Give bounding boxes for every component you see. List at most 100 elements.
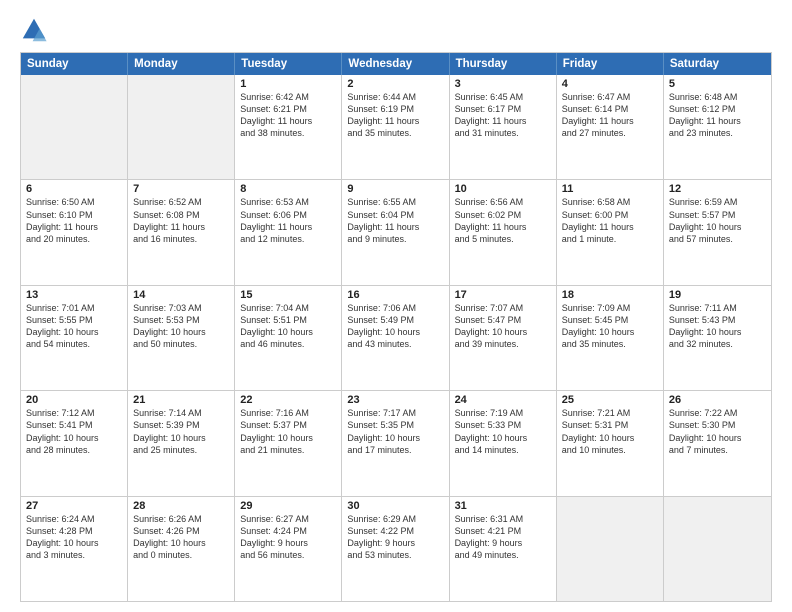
cell-content: Sunrise: 7:01 AM Sunset: 5:55 PM Dayligh… (26, 302, 122, 351)
header-day-monday: Monday (128, 53, 235, 75)
cal-cell: 20Sunrise: 7:12 AM Sunset: 5:41 PM Dayli… (21, 391, 128, 495)
cal-cell: 24Sunrise: 7:19 AM Sunset: 5:33 PM Dayli… (450, 391, 557, 495)
day-number: 5 (669, 78, 766, 90)
cal-cell: 8Sunrise: 6:53 AM Sunset: 6:06 PM Daylig… (235, 180, 342, 284)
cal-cell: 30Sunrise: 6:29 AM Sunset: 4:22 PM Dayli… (342, 497, 449, 601)
cell-content: Sunrise: 7:04 AM Sunset: 5:51 PM Dayligh… (240, 302, 336, 351)
cell-content: Sunrise: 7:12 AM Sunset: 5:41 PM Dayligh… (26, 407, 122, 456)
cal-cell: 5Sunrise: 6:48 AM Sunset: 6:12 PM Daylig… (664, 75, 771, 179)
cal-cell: 28Sunrise: 6:26 AM Sunset: 4:26 PM Dayli… (128, 497, 235, 601)
cell-content: Sunrise: 6:42 AM Sunset: 6:21 PM Dayligh… (240, 91, 336, 140)
day-number: 3 (455, 78, 551, 90)
cell-content: Sunrise: 7:22 AM Sunset: 5:30 PM Dayligh… (669, 407, 766, 456)
cal-cell: 26Sunrise: 7:22 AM Sunset: 5:30 PM Dayli… (664, 391, 771, 495)
day-number: 4 (562, 78, 658, 90)
header-day-friday: Friday (557, 53, 664, 75)
day-number: 27 (26, 500, 122, 512)
cell-content: Sunrise: 6:27 AM Sunset: 4:24 PM Dayligh… (240, 513, 336, 562)
cell-content: Sunrise: 6:44 AM Sunset: 6:19 PM Dayligh… (347, 91, 443, 140)
day-number: 14 (133, 289, 229, 301)
day-number: 17 (455, 289, 551, 301)
cal-cell (128, 75, 235, 179)
day-number: 11 (562, 183, 658, 195)
cell-content: Sunrise: 6:53 AM Sunset: 6:06 PM Dayligh… (240, 196, 336, 245)
cell-content: Sunrise: 6:48 AM Sunset: 6:12 PM Dayligh… (669, 91, 766, 140)
day-number: 31 (455, 500, 551, 512)
cal-cell: 19Sunrise: 7:11 AM Sunset: 5:43 PM Dayli… (664, 286, 771, 390)
cell-content: Sunrise: 7:14 AM Sunset: 5:39 PM Dayligh… (133, 407, 229, 456)
cal-cell (664, 497, 771, 601)
logo-icon (20, 16, 48, 44)
day-number: 15 (240, 289, 336, 301)
cell-content: Sunrise: 7:11 AM Sunset: 5:43 PM Dayligh… (669, 302, 766, 351)
week-row-5: 27Sunrise: 6:24 AM Sunset: 4:28 PM Dayli… (21, 496, 771, 601)
day-number: 6 (26, 183, 122, 195)
cal-cell (21, 75, 128, 179)
week-row-2: 6Sunrise: 6:50 AM Sunset: 6:10 PM Daylig… (21, 179, 771, 284)
cal-cell: 27Sunrise: 6:24 AM Sunset: 4:28 PM Dayli… (21, 497, 128, 601)
page: SundayMondayTuesdayWednesdayThursdayFrid… (0, 0, 792, 612)
day-number: 16 (347, 289, 443, 301)
cal-cell: 22Sunrise: 7:16 AM Sunset: 5:37 PM Dayli… (235, 391, 342, 495)
day-number: 7 (133, 183, 229, 195)
cell-content: Sunrise: 7:07 AM Sunset: 5:47 PM Dayligh… (455, 302, 551, 351)
day-number: 30 (347, 500, 443, 512)
cell-content: Sunrise: 7:21 AM Sunset: 5:31 PM Dayligh… (562, 407, 658, 456)
calendar: SundayMondayTuesdayWednesdayThursdayFrid… (20, 52, 772, 602)
cell-content: Sunrise: 6:31 AM Sunset: 4:21 PM Dayligh… (455, 513, 551, 562)
cell-content: Sunrise: 6:50 AM Sunset: 6:10 PM Dayligh… (26, 196, 122, 245)
cal-cell: 9Sunrise: 6:55 AM Sunset: 6:04 PM Daylig… (342, 180, 449, 284)
day-number: 18 (562, 289, 658, 301)
cell-content: Sunrise: 6:24 AM Sunset: 4:28 PM Dayligh… (26, 513, 122, 562)
day-number: 25 (562, 394, 658, 406)
day-number: 26 (669, 394, 766, 406)
cal-cell: 23Sunrise: 7:17 AM Sunset: 5:35 PM Dayli… (342, 391, 449, 495)
cal-cell: 18Sunrise: 7:09 AM Sunset: 5:45 PM Dayli… (557, 286, 664, 390)
cal-cell: 13Sunrise: 7:01 AM Sunset: 5:55 PM Dayli… (21, 286, 128, 390)
day-number: 22 (240, 394, 336, 406)
day-number: 21 (133, 394, 229, 406)
day-number: 10 (455, 183, 551, 195)
cal-cell: 16Sunrise: 7:06 AM Sunset: 5:49 PM Dayli… (342, 286, 449, 390)
cal-cell: 17Sunrise: 7:07 AM Sunset: 5:47 PM Dayli… (450, 286, 557, 390)
cell-content: Sunrise: 6:58 AM Sunset: 6:00 PM Dayligh… (562, 196, 658, 245)
cell-content: Sunrise: 7:09 AM Sunset: 5:45 PM Dayligh… (562, 302, 658, 351)
day-number: 8 (240, 183, 336, 195)
calendar-header: SundayMondayTuesdayWednesdayThursdayFrid… (21, 53, 771, 75)
week-row-3: 13Sunrise: 7:01 AM Sunset: 5:55 PM Dayli… (21, 285, 771, 390)
cal-cell (557, 497, 664, 601)
cal-cell: 21Sunrise: 7:14 AM Sunset: 5:39 PM Dayli… (128, 391, 235, 495)
cell-content: Sunrise: 7:17 AM Sunset: 5:35 PM Dayligh… (347, 407, 443, 456)
cal-cell: 14Sunrise: 7:03 AM Sunset: 5:53 PM Dayli… (128, 286, 235, 390)
day-number: 20 (26, 394, 122, 406)
header (20, 16, 772, 44)
cell-content: Sunrise: 6:52 AM Sunset: 6:08 PM Dayligh… (133, 196, 229, 245)
header-day-thursday: Thursday (450, 53, 557, 75)
day-number: 19 (669, 289, 766, 301)
cell-content: Sunrise: 6:47 AM Sunset: 6:14 PM Dayligh… (562, 91, 658, 140)
day-number: 24 (455, 394, 551, 406)
header-day-tuesday: Tuesday (235, 53, 342, 75)
cal-cell: 31Sunrise: 6:31 AM Sunset: 4:21 PM Dayli… (450, 497, 557, 601)
cal-cell: 6Sunrise: 6:50 AM Sunset: 6:10 PM Daylig… (21, 180, 128, 284)
cal-cell: 1Sunrise: 6:42 AM Sunset: 6:21 PM Daylig… (235, 75, 342, 179)
day-number: 28 (133, 500, 229, 512)
day-number: 9 (347, 183, 443, 195)
logo (20, 16, 54, 44)
cell-content: Sunrise: 6:45 AM Sunset: 6:17 PM Dayligh… (455, 91, 551, 140)
cal-cell: 11Sunrise: 6:58 AM Sunset: 6:00 PM Dayli… (557, 180, 664, 284)
header-day-sunday: Sunday (21, 53, 128, 75)
day-number: 13 (26, 289, 122, 301)
cell-content: Sunrise: 7:03 AM Sunset: 5:53 PM Dayligh… (133, 302, 229, 351)
day-number: 2 (347, 78, 443, 90)
cal-cell: 2Sunrise: 6:44 AM Sunset: 6:19 PM Daylig… (342, 75, 449, 179)
cell-content: Sunrise: 7:19 AM Sunset: 5:33 PM Dayligh… (455, 407, 551, 456)
week-row-4: 20Sunrise: 7:12 AM Sunset: 5:41 PM Dayli… (21, 390, 771, 495)
cell-content: Sunrise: 6:26 AM Sunset: 4:26 PM Dayligh… (133, 513, 229, 562)
cell-content: Sunrise: 6:56 AM Sunset: 6:02 PM Dayligh… (455, 196, 551, 245)
cell-content: Sunrise: 6:29 AM Sunset: 4:22 PM Dayligh… (347, 513, 443, 562)
cell-content: Sunrise: 6:59 AM Sunset: 5:57 PM Dayligh… (669, 196, 766, 245)
cal-cell: 10Sunrise: 6:56 AM Sunset: 6:02 PM Dayli… (450, 180, 557, 284)
cell-content: Sunrise: 6:55 AM Sunset: 6:04 PM Dayligh… (347, 196, 443, 245)
cell-content: Sunrise: 7:06 AM Sunset: 5:49 PM Dayligh… (347, 302, 443, 351)
